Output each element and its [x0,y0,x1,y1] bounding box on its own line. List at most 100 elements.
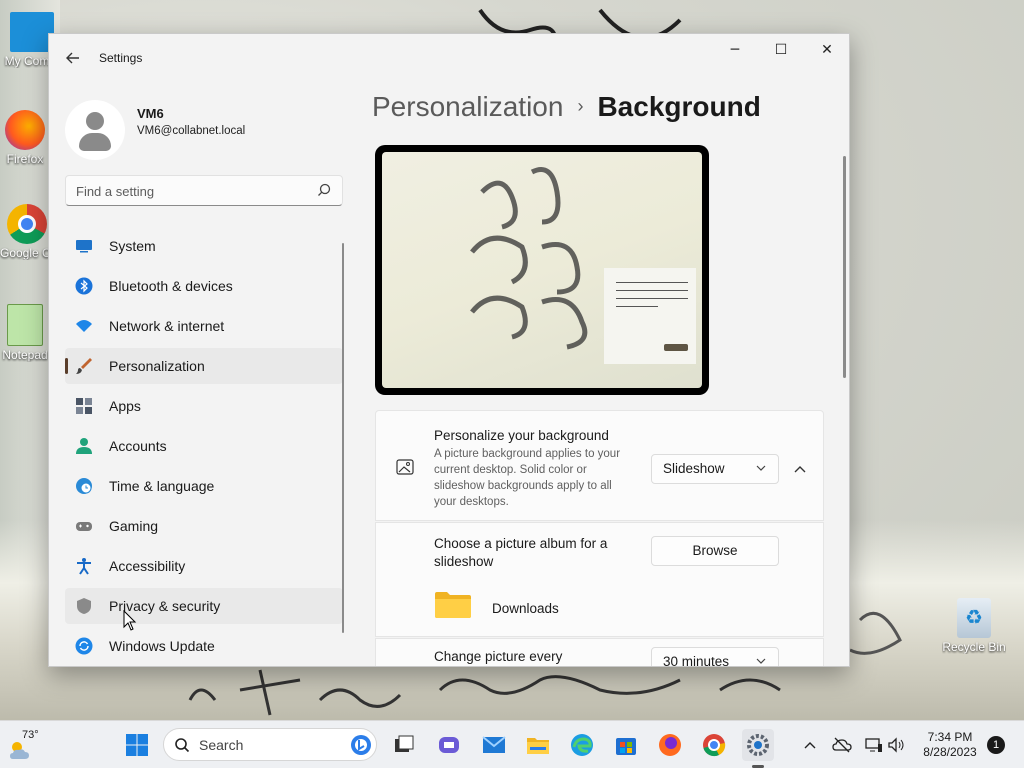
firefox-icon [5,110,45,150]
album-title: Choose a picture album for a slideshow [434,536,608,569]
maximize-button[interactable]: ☐ [758,34,804,66]
sidebar-item-bluetooth[interactable]: Bluetooth & devices [65,268,343,304]
interval-dropdown[interactable]: 30 minutes [651,647,779,667]
breadcrumb-parent[interactable]: Personalization [372,91,563,122]
breadcrumb: Personalization › Background [372,91,761,123]
sidebar-item-gaming[interactable]: Gaming [65,508,343,544]
dropdown-value: 30 minutes [663,654,730,667]
onedrive-offline-icon[interactable] [832,735,852,755]
sidebar-item-label: Windows Update [109,638,215,654]
sidebar-nav: System Bluetooth & devices Network & int… [65,228,343,666]
find-setting-search [65,175,343,206]
teams-chat-button[interactable] [433,729,465,761]
settings-button[interactable] [742,729,774,761]
image-icon [396,459,414,475]
taskbar-clock[interactable]: 7:34 PM 8/28/2023 [918,730,982,760]
sidebar-item-accounts[interactable]: Accounts [65,428,343,464]
task-view-icon [395,735,414,752]
taskbar-search[interactable]: Search [163,728,377,761]
slideshow-album-card: Choose a picture album for a slideshow B… [375,522,824,637]
firefox-icon [659,734,681,756]
person-icon [76,438,92,454]
sidebar-item-label: Accounts [109,438,167,454]
back-button[interactable] [59,46,87,70]
chrome-icon [703,734,726,757]
weather-icon [10,742,29,759]
start-button[interactable] [121,729,153,761]
file-explorer-button[interactable] [522,729,554,761]
desktop-icon-label: Recycle Bin [942,640,1006,654]
chrome-button[interactable] [698,729,730,761]
album-folder-name[interactable]: Downloads [492,601,559,616]
desktop-icon-recycle-bin[interactable]: ♻ Recycle Bin [942,598,1006,654]
sidebar-item-label: Apps [109,398,141,414]
chevron-up-icon[interactable] [790,459,810,479]
personalize-description: A picture background applies to your cur… [434,448,621,508]
monitor-icon [76,240,92,253]
sidebar-item-system[interactable]: System [65,228,343,264]
search-input[interactable] [76,181,306,201]
sidebar-item-label: System [109,238,156,254]
title-bar: Settings ─ ☐ ✕ [49,34,849,82]
desktop-icon-firefox[interactable]: Firefox [0,110,50,166]
notepad-icon [7,304,43,346]
sidebar-scrollbar[interactable] [342,243,344,633]
wifi-icon [76,320,92,332]
mouse-cursor-icon [123,610,137,631]
background-type-dropdown[interactable]: Slideshow [651,454,779,484]
chevron-down-icon [756,658,766,664]
sidebar-item-time-language[interactable]: Time & language [65,468,343,504]
content-scrollbar[interactable] [843,156,846,378]
update-icon [75,637,93,655]
desktop-icon-label: Notepad [2,348,48,362]
store-button[interactable] [610,729,642,761]
app-title: Settings [99,51,143,65]
edge-button[interactable] [566,729,598,761]
desktop-icon-label: Firefox [6,152,44,166]
close-button[interactable]: ✕ [804,34,849,66]
search-icon[interactable] [316,182,332,198]
background-preview [375,145,709,395]
network-icon[interactable] [864,735,884,755]
search-icon [175,738,190,753]
store-icon [616,738,636,755]
browse-button[interactable]: Browse [651,536,779,566]
account-email: VM6@collabnet.local [137,125,246,137]
sidebar-item-apps[interactable]: Apps [65,388,343,424]
sidebar-item-windows-update[interactable]: Windows Update [65,628,343,664]
weather-temp: 73° [22,729,39,741]
chevron-up-icon[interactable] [800,735,820,755]
sidebar-item-network[interactable]: Network & internet [65,308,343,344]
apps-icon [76,398,92,414]
desktop-icon-chrome[interactable]: Google Chrome [0,204,54,260]
accessibility-icon [77,558,91,575]
account-name: VM6 [137,106,164,121]
sidebar-item-label: Bluetooth & devices [109,278,233,294]
task-view-button[interactable] [387,729,419,761]
sidebar-item-privacy-security[interactable]: Privacy & security [65,588,343,624]
sidebar-item-label: Time & language [109,478,215,494]
volume-icon[interactable] [886,735,906,755]
chat-icon [439,737,459,753]
brush-icon [76,358,92,374]
sidebar-item-personalization[interactable]: Personalization [65,348,343,384]
minimize-button[interactable]: ─ [712,34,758,66]
sidebar-item-label: Network & internet [109,318,225,334]
sidebar-item-accessibility[interactable]: Accessibility [65,548,343,584]
mail-button[interactable] [478,729,510,761]
desktop-icon-notepad[interactable]: Notepad [0,304,50,362]
personalize-background-card: Personalize your background A picture ba… [375,410,824,521]
weather-widget[interactable]: 73° [8,729,42,761]
avatar[interactable] [65,100,125,160]
gear-icon [747,734,769,756]
sidebar-item-label: Gaming [109,518,159,534]
globe-clock-icon [76,478,92,494]
notification-badge[interactable]: 1 [987,736,1005,754]
file-explorer-icon [527,738,549,754]
firefox-button[interactable] [654,729,686,761]
dropdown-value: Slideshow [663,461,725,476]
chrome-icon [7,204,47,244]
preview-window-mock [604,268,696,364]
clock-time: 7:34 PM [927,730,973,744]
personalize-title: Personalize your background [434,428,609,443]
